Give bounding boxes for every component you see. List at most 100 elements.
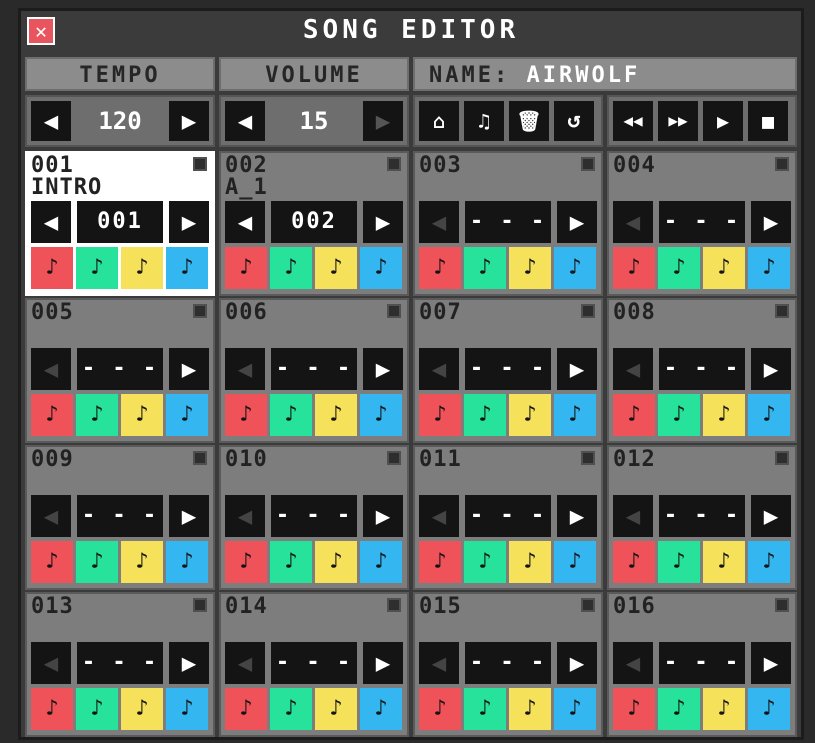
pattern-slot[interactable]: 014 ◀ - - - ▶ ♪ ♪ ♪ ♪	[219, 592, 409, 737]
track-2-note-icon[interactable]: ♪	[464, 688, 506, 730]
pattern-slot[interactable]: 015 ◀ - - - ▶ ♪ ♪ ♪ ♪	[413, 592, 603, 737]
track-4-note-icon[interactable]: ♪	[166, 541, 208, 583]
loop-toggle[interactable]	[775, 598, 789, 612]
track-3-note-icon[interactable]: ♪	[121, 394, 163, 436]
track-3-note-icon[interactable]: ♪	[703, 247, 745, 289]
track-2-note-icon[interactable]: ♪	[270, 394, 312, 436]
next-pattern-button[interactable]: ▶	[169, 642, 209, 684]
pattern-slot[interactable]: 001 INTRO ◀ 001 ▶ ♪ ♪ ♪ ♪	[25, 151, 215, 296]
pattern-slot[interactable]: 012 ◀ - - - ▶ ♪ ♪ ♪ ♪	[607, 445, 797, 590]
next-pattern-button[interactable]: ▶	[169, 495, 209, 537]
track-3-note-icon[interactable]: ♪	[703, 394, 745, 436]
track-2-note-icon[interactable]: ♪	[464, 394, 506, 436]
track-3-note-icon[interactable]: ♪	[703, 688, 745, 730]
prev-pattern-button[interactable]: ◀	[613, 495, 653, 537]
prev-pattern-button[interactable]: ◀	[613, 348, 653, 390]
volume-decrease-button[interactable]: ◀	[225, 101, 265, 141]
track-4-note-icon[interactable]: ♪	[554, 247, 596, 289]
prev-pattern-button[interactable]: ◀	[225, 348, 265, 390]
next-pattern-button[interactable]: ▶	[751, 642, 791, 684]
track-1-note-icon[interactable]: ♪	[419, 688, 461, 730]
track-1-note-icon[interactable]: ♪	[225, 394, 267, 436]
track-2-note-icon[interactable]: ♪	[76, 247, 118, 289]
loop-toggle[interactable]	[193, 598, 207, 612]
track-4-note-icon[interactable]: ♪	[748, 247, 790, 289]
loop-toggle[interactable]	[775, 451, 789, 465]
note-icon[interactable]: ♫	[464, 101, 504, 141]
undo-icon[interactable]: ↺	[554, 101, 594, 141]
next-pattern-button[interactable]: ▶	[169, 348, 209, 390]
prev-pattern-button[interactable]: ◀	[613, 642, 653, 684]
track-1-note-icon[interactable]: ♪	[419, 394, 461, 436]
track-3-note-icon[interactable]: ♪	[121, 688, 163, 730]
track-4-note-icon[interactable]: ♪	[166, 688, 208, 730]
track-2-note-icon[interactable]: ♪	[270, 688, 312, 730]
loop-toggle[interactable]	[775, 157, 789, 171]
track-3-note-icon[interactable]: ♪	[509, 688, 551, 730]
track-2-note-icon[interactable]: ♪	[658, 394, 700, 436]
track-4-note-icon[interactable]: ♪	[554, 394, 596, 436]
track-1-note-icon[interactable]: ♪	[225, 541, 267, 583]
prev-pattern-button[interactable]: ◀	[225, 495, 265, 537]
track-1-note-icon[interactable]: ♪	[613, 394, 655, 436]
loop-toggle[interactable]	[387, 598, 401, 612]
track-4-note-icon[interactable]: ♪	[360, 394, 402, 436]
next-pattern-button[interactable]: ▶	[751, 495, 791, 537]
track-4-note-icon[interactable]: ♪	[554, 688, 596, 730]
next-pattern-button[interactable]: ▶	[557, 642, 597, 684]
volume-increase-button[interactable]: ▶	[363, 101, 403, 141]
track-3-note-icon[interactable]: ♪	[315, 541, 357, 583]
track-3-note-icon[interactable]: ♪	[315, 394, 357, 436]
next-pattern-button[interactable]: ▶	[751, 201, 791, 243]
track-3-note-icon[interactable]: ♪	[509, 247, 551, 289]
tempo-decrease-button[interactable]: ◀	[31, 101, 71, 141]
track-3-note-icon[interactable]: ♪	[509, 394, 551, 436]
track-4-note-icon[interactable]: ♪	[748, 541, 790, 583]
track-1-note-icon[interactable]: ♪	[613, 541, 655, 583]
track-1-note-icon[interactable]: ♪	[613, 247, 655, 289]
pattern-slot[interactable]: 006 ◀ - - - ▶ ♪ ♪ ♪ ♪	[219, 298, 409, 443]
track-2-note-icon[interactable]: ♪	[464, 541, 506, 583]
prev-pattern-button[interactable]: ◀	[419, 642, 459, 684]
track-3-note-icon[interactable]: ♪	[315, 688, 357, 730]
track-2-note-icon[interactable]: ♪	[270, 247, 312, 289]
prev-pattern-button[interactable]: ◀	[419, 201, 459, 243]
pattern-slot[interactable]: 008 ◀ - - - ▶ ♪ ♪ ♪ ♪	[607, 298, 797, 443]
prev-pattern-button[interactable]: ◀	[613, 201, 653, 243]
track-4-note-icon[interactable]: ♪	[748, 394, 790, 436]
prev-pattern-button[interactable]: ◀	[31, 495, 71, 537]
loop-toggle[interactable]	[193, 304, 207, 318]
pattern-slot[interactable]: 010 ◀ - - - ▶ ♪ ♪ ♪ ♪	[219, 445, 409, 590]
next-pattern-button[interactable]: ▶	[363, 348, 403, 390]
pattern-slot[interactable]: 007 ◀ - - - ▶ ♪ ♪ ♪ ♪	[413, 298, 603, 443]
track-1-note-icon[interactable]: ♪	[31, 394, 73, 436]
next-pattern-button[interactable]: ▶	[363, 642, 403, 684]
track-1-note-icon[interactable]: ♪	[31, 247, 73, 289]
pattern-slot[interactable]: 009 ◀ - - - ▶ ♪ ♪ ♪ ♪	[25, 445, 215, 590]
track-2-note-icon[interactable]: ♪	[658, 541, 700, 583]
loop-toggle[interactable]	[581, 598, 595, 612]
next-pattern-button[interactable]: ▶	[557, 201, 597, 243]
loop-toggle[interactable]	[581, 451, 595, 465]
next-pattern-button[interactable]: ▶	[363, 495, 403, 537]
track-2-note-icon[interactable]: ♪	[76, 688, 118, 730]
prev-pattern-button[interactable]: ◀	[225, 201, 265, 243]
track-1-note-icon[interactable]: ♪	[419, 541, 461, 583]
piano-icon[interactable]: ⌂	[419, 101, 459, 141]
track-1-note-icon[interactable]: ♪	[613, 688, 655, 730]
next-pattern-button[interactable]: ▶	[557, 348, 597, 390]
loop-toggle[interactable]	[387, 451, 401, 465]
loop-toggle[interactable]	[387, 157, 401, 171]
track-1-note-icon[interactable]: ♪	[225, 688, 267, 730]
track-1-note-icon[interactable]: ♪	[419, 247, 461, 289]
prev-pattern-button[interactable]: ◀	[31, 201, 71, 243]
pattern-slot[interactable]: 013 ◀ - - - ▶ ♪ ♪ ♪ ♪	[25, 592, 215, 737]
fast-forward-icon[interactable]: ▶▶	[658, 101, 698, 141]
next-pattern-button[interactable]: ▶	[363, 201, 403, 243]
loop-toggle[interactable]	[581, 157, 595, 171]
track-4-note-icon[interactable]: ♪	[748, 688, 790, 730]
tempo-increase-button[interactable]: ▶	[169, 101, 209, 141]
track-2-note-icon[interactable]: ♪	[658, 247, 700, 289]
track-1-note-icon[interactable]: ♪	[225, 247, 267, 289]
pattern-slot[interactable]: 005 ◀ - - - ▶ ♪ ♪ ♪ ♪	[25, 298, 215, 443]
